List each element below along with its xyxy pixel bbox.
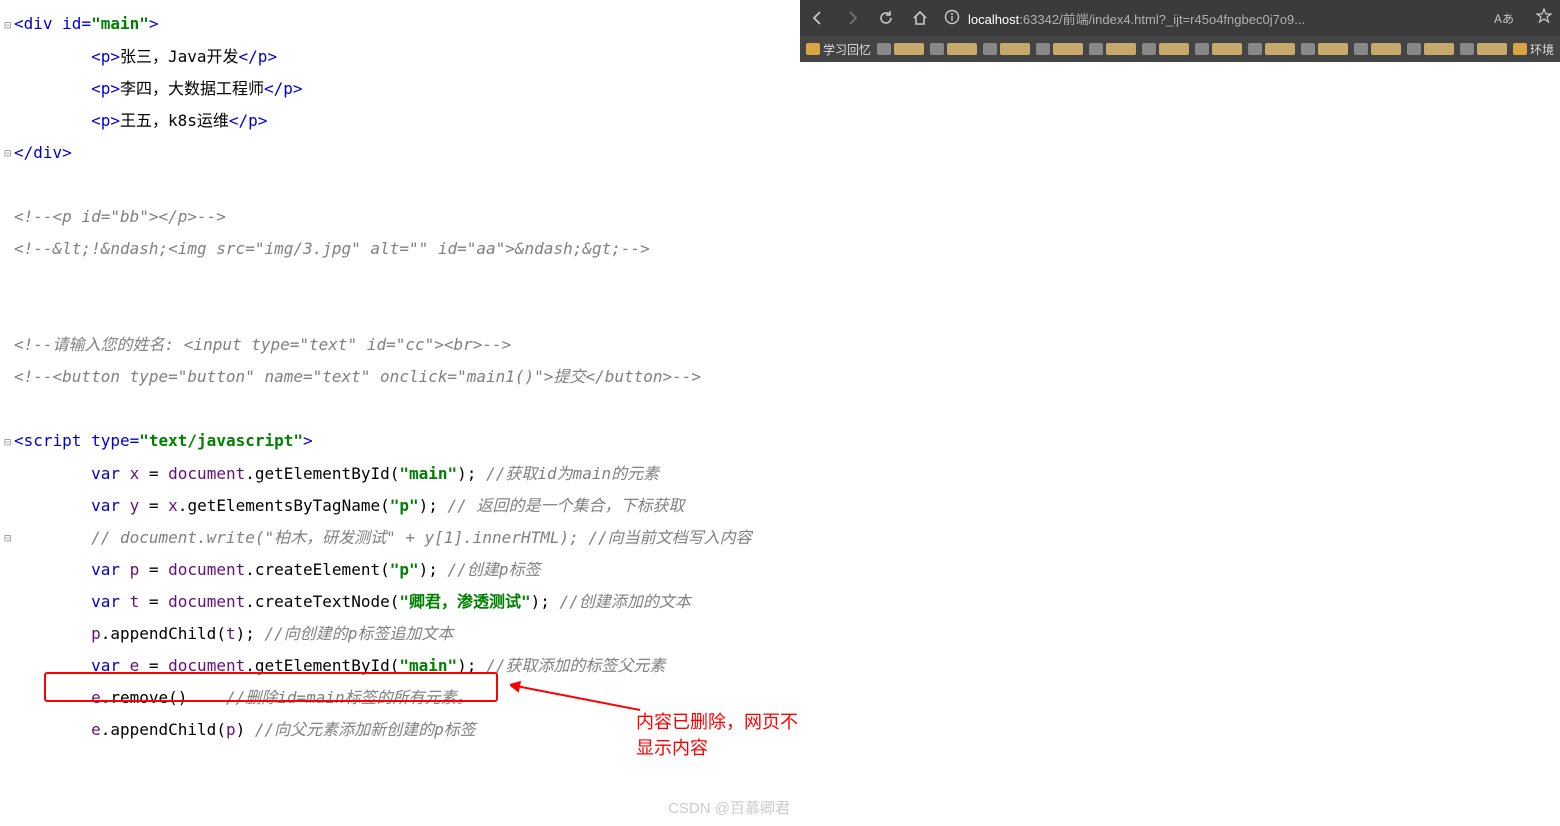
bookmark-item[interactable] [1301, 43, 1348, 55]
code-line[interactable]: var t = document.createTextNode("卿君，渗透测试… [0, 586, 800, 618]
code-line[interactable]: <p>张三，Java开发</p> [0, 41, 800, 73]
folder-icon [877, 43, 891, 55]
code-line[interactable]: <!--请输入您的姓名: <input type="text" id="cc">… [0, 329, 800, 361]
code-line[interactable]: <!--<button type="button" name="text" on… [0, 361, 800, 393]
code-line[interactable]: ⊟<div id="main"> [0, 8, 800, 41]
browser-toolbar: localhost:63342/前端/index4.html?_ijt=r45o… [800, 0, 1560, 36]
folder-icon [1513, 43, 1527, 55]
bookmark-item[interactable] [1407, 43, 1454, 55]
bookmark-item[interactable]: 环境 [1513, 41, 1554, 58]
folder-icon [1142, 43, 1156, 55]
forward-icon[interactable] [842, 8, 862, 28]
code-line[interactable]: ⊟ // document.write("柏木，研发测试" + y[1].inn… [0, 522, 800, 555]
info-icon [944, 9, 960, 28]
back-icon[interactable] [808, 8, 828, 28]
folder-icon [930, 43, 944, 55]
annotation-arrow [510, 680, 642, 716]
bookmark-item[interactable] [1354, 43, 1401, 55]
bookmark-item[interactable] [877, 43, 924, 55]
url-rest: :63342/前端/index4.html?_ijt=r45o4fngbec0j… [1019, 12, 1305, 27]
folder-icon [1460, 43, 1474, 55]
bookmark-item[interactable]: 学习回忆 [806, 41, 871, 58]
code-line[interactable]: p.appendChild(t); //向创建的p标签追加文本 [0, 618, 800, 650]
code-line[interactable]: var y = x.getElementsByTagName("p"); // … [0, 490, 800, 522]
folder-icon [983, 43, 997, 55]
refresh-icon[interactable] [876, 8, 896, 28]
code-line[interactable]: var p = document.createElement("p"); //创… [0, 554, 800, 586]
code-line[interactable]: <p>李四，大数据工程师</p> [0, 73, 800, 105]
bookmark-item[interactable] [1089, 43, 1136, 55]
folder-icon [1195, 43, 1209, 55]
url-host: localhost [968, 12, 1019, 27]
code-line[interactable]: ⊟<script type="text/javascript"> [0, 425, 800, 458]
reader-mode-indicator[interactable]: Aあ [1494, 10, 1514, 27]
bookmark-item[interactable] [1248, 43, 1295, 55]
code-editor-pane: ⊟<div id="main"> <p>张三，Java开发</p> <p>李四，… [0, 0, 800, 826]
address-bar[interactable]: localhost:63342/前端/index4.html?_ijt=r45o… [944, 9, 1480, 28]
bookmark-bar: 学习回忆 环境 [800, 36, 1560, 62]
code-content[interactable]: ⊟<div id="main"> <p>张三，Java开发</p> <p>李四，… [0, 8, 800, 746]
folder-icon [1248, 43, 1262, 55]
browser-pane: localhost:63342/前端/index4.html?_ijt=r45o… [800, 0, 1560, 826]
code-line[interactable]: ⊟</div> [0, 137, 800, 170]
code-line[interactable] [0, 297, 800, 329]
annotation-text: 内容已删除，网页不显示内容 [636, 708, 800, 760]
code-line[interactable]: <!--<p id="bb"></p>--> [0, 201, 800, 233]
folder-icon [1354, 43, 1368, 55]
bookmark-item[interactable] [930, 43, 977, 55]
code-line[interactable]: var x = document.getElementById("main");… [0, 458, 800, 490]
folder-icon [806, 43, 820, 55]
code-line[interactable] [0, 169, 800, 201]
bookmark-item[interactable] [1142, 43, 1189, 55]
home-icon[interactable] [910, 8, 930, 28]
code-line[interactable]: <p>王五，k8s运维</p> [0, 105, 800, 137]
code-line[interactable] [0, 393, 800, 425]
folder-icon [1301, 43, 1315, 55]
folder-icon [1036, 43, 1050, 55]
bookmark-label: 学习回忆 [823, 41, 871, 58]
watermark: CSDN @百慕卿君 [668, 797, 790, 818]
bookmark-item[interactable] [1195, 43, 1242, 55]
bookmark-item[interactable] [1036, 43, 1083, 55]
bookmark-item[interactable] [1460, 43, 1507, 55]
code-line[interactable] [0, 265, 800, 297]
folder-icon [1089, 43, 1103, 55]
bookmark-label: 环境 [1530, 41, 1554, 58]
code-line[interactable]: <!--&lt;!&ndash;<img src="img/3.jpg" alt… [0, 233, 800, 265]
browser-viewport[interactable] [800, 62, 1560, 826]
star-icon[interactable] [1536, 8, 1552, 28]
folder-icon [1407, 43, 1421, 55]
highlight-box [44, 672, 498, 702]
bookmark-item[interactable] [983, 43, 1030, 55]
